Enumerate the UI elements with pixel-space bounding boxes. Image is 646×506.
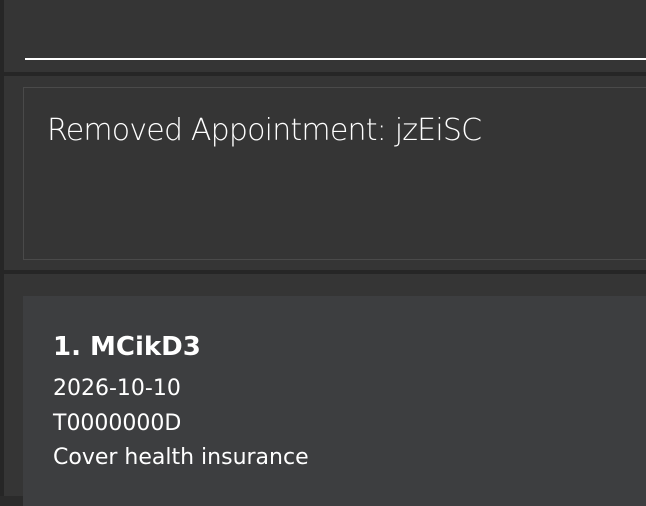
appointment-date: 2026-10-10 — [53, 376, 181, 401]
result-message: Removed Appointment: jzEiSC — [47, 113, 482, 148]
appointment-description: Cover health insurance — [53, 445, 309, 470]
appointment-card[interactable]: 1. MCikD3 2026-10-10 T0000000D Cover hea… — [23, 296, 646, 506]
appointment-list-panel: 1. MCikD3 2026-10-10 T0000000D Cover hea… — [4, 274, 646, 506]
appointment-nric: T0000000D — [53, 411, 182, 436]
command-input[interactable] — [25, 0, 646, 60]
result-display-box[interactable]: Removed Appointment: jzEiSC — [23, 87, 646, 260]
command-box-panel — [4, 0, 646, 72]
result-display-panel: Removed Appointment: jzEiSC — [4, 76, 646, 270]
appointment-title: 1. MCikD3 — [53, 332, 201, 362]
